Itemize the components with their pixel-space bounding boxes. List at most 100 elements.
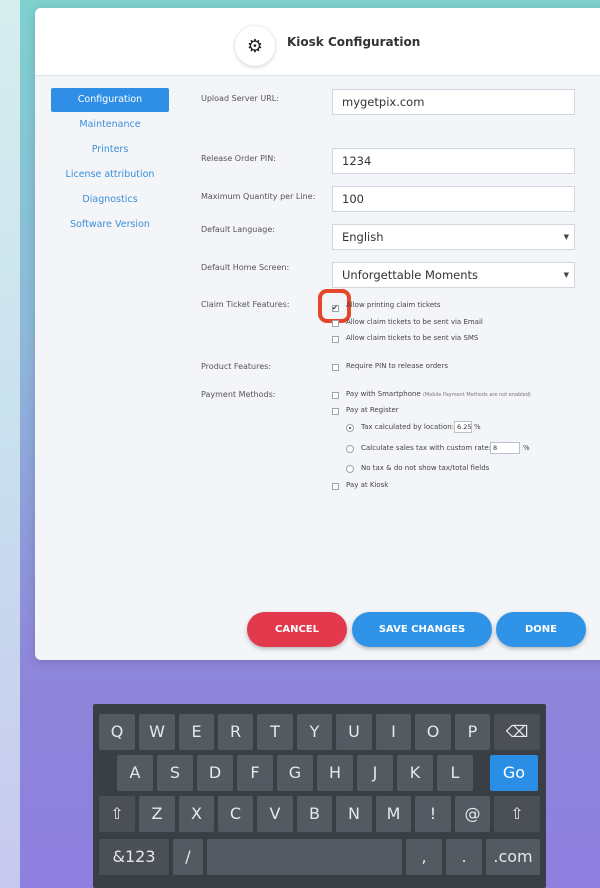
key-b[interactable]: B [297, 796, 332, 832]
product-features-label: Product Features: [201, 362, 272, 371]
claim-ticket-email-checkbox[interactable] [332, 320, 339, 327]
sidebar-item-diagnostics[interactable]: Diagnostics [51, 188, 169, 212]
key-f[interactable]: F [237, 755, 273, 791]
pay-smartphone-label: Pay with Smartphone [346, 390, 421, 398]
sidebar-item-software-version[interactable]: Software Version [51, 213, 169, 237]
key-c[interactable]: C [218, 796, 253, 832]
chevron-down-icon: ▼ [563, 271, 569, 279]
claim-ticket-sms-label: Allow claim tickets to be sent via SMS [346, 334, 479, 342]
sidebar-item-maintenance[interactable]: Maintenance [51, 113, 169, 137]
pay-register-label: Pay at Register [346, 406, 399, 414]
claim-ticket-sms-checkbox[interactable] [332, 336, 339, 343]
sidebar-item-license-attribution[interactable]: License attribution [51, 163, 169, 187]
key-j[interactable]: J [357, 755, 393, 791]
key-t[interactable]: T [257, 714, 293, 750]
tax-custom-label: Calculate sales tax with custom rate: [361, 444, 492, 452]
backspace-icon: ⌫ [505, 722, 529, 741]
numbers-key[interactable]: &123 [99, 839, 169, 875]
key-n[interactable]: N [336, 796, 372, 832]
go-key[interactable]: Go [490, 755, 538, 791]
save-changes-button[interactable]: SAVE CHANGES [352, 612, 492, 647]
key-m[interactable]: M [376, 796, 411, 832]
chevron-down-icon: ▼ [563, 233, 569, 241]
key-u[interactable]: U [336, 714, 372, 750]
payment-methods-label: Payment Methods: [201, 390, 276, 399]
home-screen-select[interactable]: Unforgettable Moments ▼ [332, 262, 575, 288]
checkmark-icon: ✔ [332, 304, 338, 312]
dialog-header: ⚙ Kiosk Configuration [35, 8, 600, 76]
key-slash[interactable]: / [173, 839, 203, 875]
key-e[interactable]: E [179, 714, 214, 750]
key-period[interactable]: . [446, 839, 482, 875]
gear-icon: ⚙ [235, 26, 275, 66]
key-d[interactable]: D [197, 755, 233, 791]
tax-location-input[interactable]: 6.25 [454, 421, 472, 433]
tax-custom-input[interactable]: 8 [490, 442, 520, 454]
shift-right-key[interactable]: ⇧ [494, 796, 540, 832]
upload-url-label: Upload Server URL: [201, 94, 279, 103]
pay-kiosk-checkbox[interactable] [332, 483, 339, 490]
require-pin-checkbox[interactable] [332, 364, 339, 371]
backspace-key[interactable]: ⌫ [494, 714, 540, 750]
key-y[interactable]: Y [297, 714, 332, 750]
language-select[interactable]: English ▼ [332, 224, 575, 250]
home-screen-value: Unforgettable Moments [342, 268, 479, 282]
sidebar-item-printers[interactable]: Printers [51, 138, 169, 162]
no-tax-radio[interactable] [346, 465, 354, 473]
require-pin-label: Require PIN to release orders [346, 362, 448, 370]
pay-kiosk-label: Pay at Kiosk [346, 481, 389, 489]
key-v[interactable]: V [257, 796, 293, 832]
key-g[interactable]: G [277, 755, 313, 791]
dialog-title: Kiosk Configuration [287, 35, 421, 49]
language-value: English [342, 230, 384, 244]
tax-location-radio[interactable] [346, 424, 354, 432]
shift-icon: ⇧ [110, 804, 124, 823]
tax-custom-radio[interactable] [346, 445, 354, 453]
key-w[interactable]: W [139, 714, 175, 750]
max-qty-label: Maximum Quantity per Line: [201, 192, 316, 201]
release-pin-input[interactable]: 1234 [332, 148, 575, 174]
claim-ticket-email-label: Allow claim tickets to be sent via Email [346, 318, 483, 326]
no-tax-label: No tax & do not show tax/total fields [361, 464, 490, 472]
claim-ticket-print-label: Allow printing claim tickets [346, 301, 441, 309]
dotcom-key[interactable]: .com [486, 839, 540, 875]
release-pin-label: Release Order PIN: [201, 154, 276, 163]
tax-location-unit: % [474, 423, 481, 431]
key-l[interactable]: L [437, 755, 473, 791]
claim-ticket-label: Claim Ticket Features: [201, 300, 290, 309]
key-exclamation[interactable]: ! [415, 796, 451, 832]
key-x[interactable]: X [179, 796, 214, 832]
pay-smartphone-row: Pay with Smartphone (Mobile Payment Meth… [346, 390, 531, 398]
sidebar-item-configuration[interactable]: Configuration [51, 88, 169, 112]
pay-smartphone-note: (Mobile Payment Methods are not enabled) [422, 392, 531, 398]
done-button[interactable]: DONE [496, 612, 586, 647]
tax-custom-unit: % [523, 444, 530, 452]
key-p[interactable]: P [455, 714, 490, 750]
max-qty-input[interactable]: 100 [332, 186, 575, 212]
key-a[interactable]: A [117, 755, 153, 791]
home-screen-label: Default Home Screen: [201, 263, 290, 272]
language-label: Default Language: [201, 225, 275, 234]
shift-left-key[interactable]: ⇧ [99, 796, 135, 832]
key-o[interactable]: O [415, 714, 451, 750]
key-z[interactable]: Z [139, 796, 175, 832]
key-h[interactable]: H [317, 755, 353, 791]
key-at[interactable]: @ [455, 796, 490, 832]
upload-url-input[interactable]: mygetpix.com [332, 89, 575, 115]
key-comma[interactable]: , [406, 839, 442, 875]
tax-location-label: Tax calculated by location: [361, 423, 455, 431]
pay-smartphone-checkbox[interactable] [332, 392, 339, 399]
key-i[interactable]: I [376, 714, 411, 750]
kiosk-configuration-dialog: ⚙ Kiosk Configuration Configuration Main… [35, 8, 600, 660]
pay-register-checkbox[interactable] [332, 408, 339, 415]
space-key[interactable] [207, 839, 402, 875]
on-screen-keyboard: Q W E R T Y U I O P ⌫ A S D F G H J K L … [93, 704, 546, 888]
side-nav: Configuration Maintenance Printers Licen… [51, 88, 171, 238]
key-k[interactable]: K [397, 755, 433, 791]
key-r[interactable]: R [218, 714, 253, 750]
shift-icon: ⇧ [510, 804, 524, 823]
key-q[interactable]: Q [99, 714, 135, 750]
background-strip [0, 0, 20, 888]
key-s[interactable]: S [157, 755, 193, 791]
cancel-button[interactable]: CANCEL [247, 612, 347, 647]
